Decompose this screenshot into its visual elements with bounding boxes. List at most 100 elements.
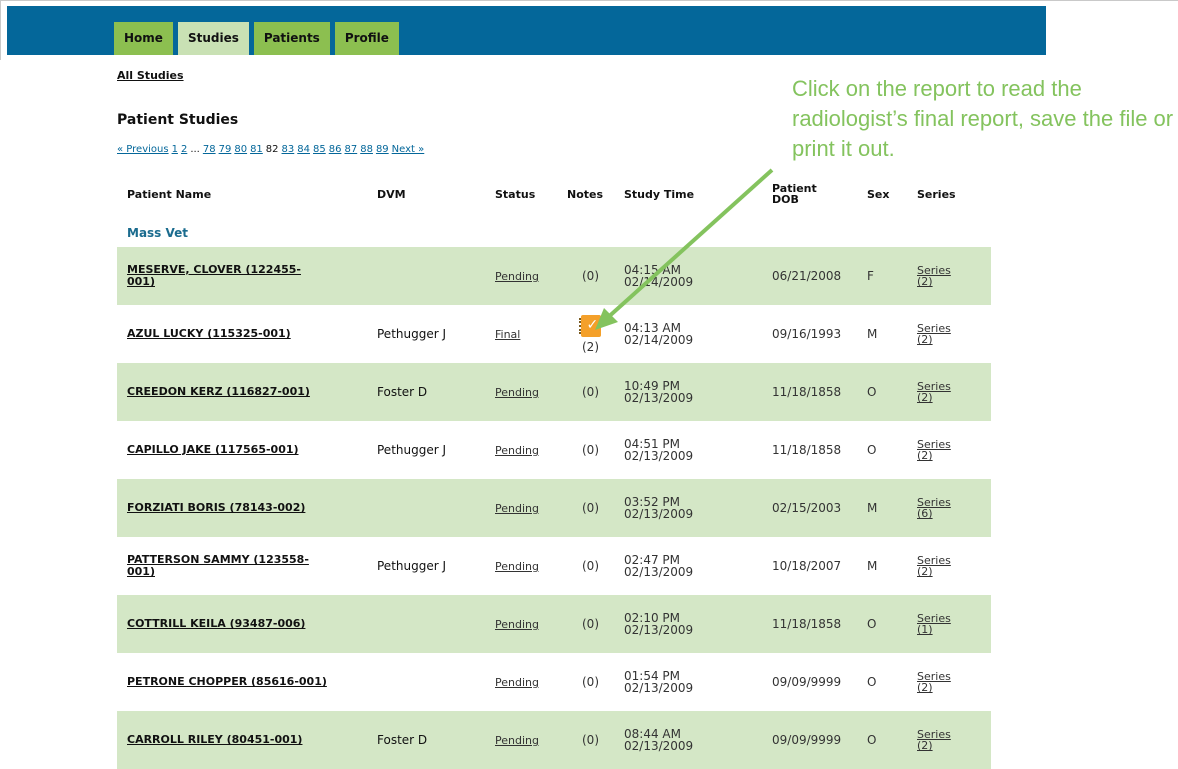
patient-name-line2: 001) [127,275,155,288]
patient-name-link[interactable]: CARROLL RILEY (80451-001) [127,734,367,746]
status-link[interactable]: Pending [495,502,539,515]
pager-page[interactable]: 78 [203,144,216,155]
series-link[interactable]: Series (2) [917,381,991,403]
notes-count: (2) [582,339,599,354]
group-row: Mass Vet [117,218,991,247]
patient-name-link[interactable]: COTTRILL KEILA (93487-006) [127,618,367,630]
table-row: CAPILLO JAKE (117565-001) Pethugger J Pe… [117,421,991,479]
series-link[interactable]: Series (2) [917,729,991,751]
sex-cell: M [867,327,878,341]
patient-name-cell: CREEDON KERZ (116827-001) [117,363,367,421]
sex-cell: O [867,385,877,399]
pager-page[interactable]: 87 [344,144,357,155]
patient-name-link[interactable]: CAPILLO JAKE (117565-001) [127,444,367,456]
all-studies-link[interactable]: All Studies [117,69,184,82]
notes-cell: (2) [557,305,614,363]
dvm-cell: Pethugger J [377,443,447,457]
tab-profile[interactable]: Profile [334,22,399,55]
patient-name-cell: CARROLL RILEY (80451-001) [117,711,367,769]
pager-next[interactable]: Next » [392,144,425,155]
dob-cell: 11/18/1858 [772,617,842,631]
patient-name-link[interactable]: PETRONE CHOPPER (85616-001) [127,676,367,688]
col-dvm: DVM [377,187,406,201]
patient-name-cell: FORZIATI BORIS (78143-002) [117,479,367,537]
series-count: (2) [917,449,933,462]
status-link[interactable]: Pending [495,676,539,689]
tab-home[interactable]: Home [114,22,173,55]
dvm-cell [367,653,485,711]
status-link[interactable]: Pending [495,386,539,399]
tab-studies[interactable]: Studies [177,22,249,55]
status-link[interactable]: Pending [495,618,539,631]
dvm-cell: Pethugger J [377,559,447,573]
notes-cell: (0) [557,595,614,653]
notes-count: (0) [582,617,599,631]
notes-count: (0) [582,559,599,573]
series-link[interactable]: Series (2) [917,323,991,345]
patient-name-link[interactable]: CREEDON KERZ (116827-001) [127,386,367,398]
pager-page[interactable]: 86 [329,144,342,155]
status-link[interactable]: Pending [495,444,539,457]
notes-cell: (0) [557,247,614,305]
series-cell: Series (2) [907,537,991,595]
dob-cell: 11/18/1858 [772,385,842,399]
table-row: CREEDON KERZ (116827-001) Foster D Pendi… [117,363,991,421]
report-note-icon[interactable] [578,314,601,337]
status-link[interactable]: Final [495,328,520,341]
series-count: (2) [917,275,933,288]
pager-page[interactable]: 85 [313,144,326,155]
series-link[interactable]: Series (2) [917,265,991,287]
status-link[interactable]: Pending [495,560,539,573]
series-cell: Series (2) [907,711,991,769]
status-link[interactable]: Pending [495,734,539,747]
patient-name-link[interactable]: AZUL LUCKY (115325-001) [127,328,367,340]
patient-name-cell: AZUL LUCKY (115325-001) [117,305,367,363]
patient-name-link[interactable]: PATTERSON SAMMY (123558- 001) [127,554,367,578]
series-link[interactable]: Series (2) [917,671,991,693]
pagination: « Previous 1 2 ... 78 79 80 81 82 83 84 … [117,144,424,155]
series-link[interactable]: Series (2) [917,439,991,461]
series-cell: Series (2) [907,363,991,421]
status-cell: Pending [485,711,557,769]
study-date: 02/13/2009 [624,739,694,753]
pager-page[interactable]: 88 [360,144,373,155]
pager-page[interactable]: 83 [282,144,295,155]
patient-name-line1: PETRONE CHOPPER (85616-001) [127,675,327,688]
sex-cell: O [867,733,877,747]
patient-name-link[interactable]: FORZIATI BORIS (78143-002) [127,502,367,514]
series-link[interactable]: Series (2) [917,555,991,577]
patient-name-cell: PATTERSON SAMMY (123558- 001) [117,537,367,595]
pager-page[interactable]: 2 [181,144,187,155]
series-link[interactable]: Series (6) [917,497,991,519]
study-date: 02/13/2009 [624,623,694,637]
series-cell: Series (6) [907,479,991,537]
study-time-cell: 01:54 PM 02/13/2009 [614,653,762,711]
dob-cell: 10/18/2007 [772,559,842,573]
pager-page[interactable]: 89 [376,144,389,155]
patient-name-line1: AZUL LUCKY (115325-001) [127,327,291,340]
pager-previous[interactable]: « Previous [117,144,169,155]
patient-name-link[interactable]: MESERVE, CLOVER (122455- 001) [127,264,367,288]
pager-page[interactable]: 79 [219,144,232,155]
series-link[interactable]: Series (1) [917,613,991,635]
tab-patients[interactable]: Patients [253,22,330,55]
dvm-cell: Pethugger J [377,327,447,341]
table-header-row: Patient Name DVM Status Notes Study Time… [117,170,991,218]
study-time-cell: 03:52 PM 02/13/2009 [614,479,762,537]
pager-page[interactable]: 80 [234,144,247,155]
dvm-cell: Foster D [377,733,428,747]
notes-cell: (0) [557,653,614,711]
table-row: CARROLL RILEY (80451-001) Foster D Pendi… [117,711,991,769]
dvm-cell [367,479,485,537]
sex-cell: O [867,617,877,631]
status-cell: Pending [485,479,557,537]
pager-page[interactable]: 84 [297,144,310,155]
pager-page[interactable]: 81 [250,144,263,155]
study-time-cell: 04:13 AM 02/14/2009 [614,305,762,363]
pager-page[interactable]: 1 [172,144,178,155]
series-cell: Series (2) [907,247,991,305]
notes-cell: (0) [557,421,614,479]
notes-count: (0) [582,443,599,457]
table-row: PATTERSON SAMMY (123558- 001) Pethugger … [117,537,991,595]
status-link[interactable]: Pending [495,270,539,283]
